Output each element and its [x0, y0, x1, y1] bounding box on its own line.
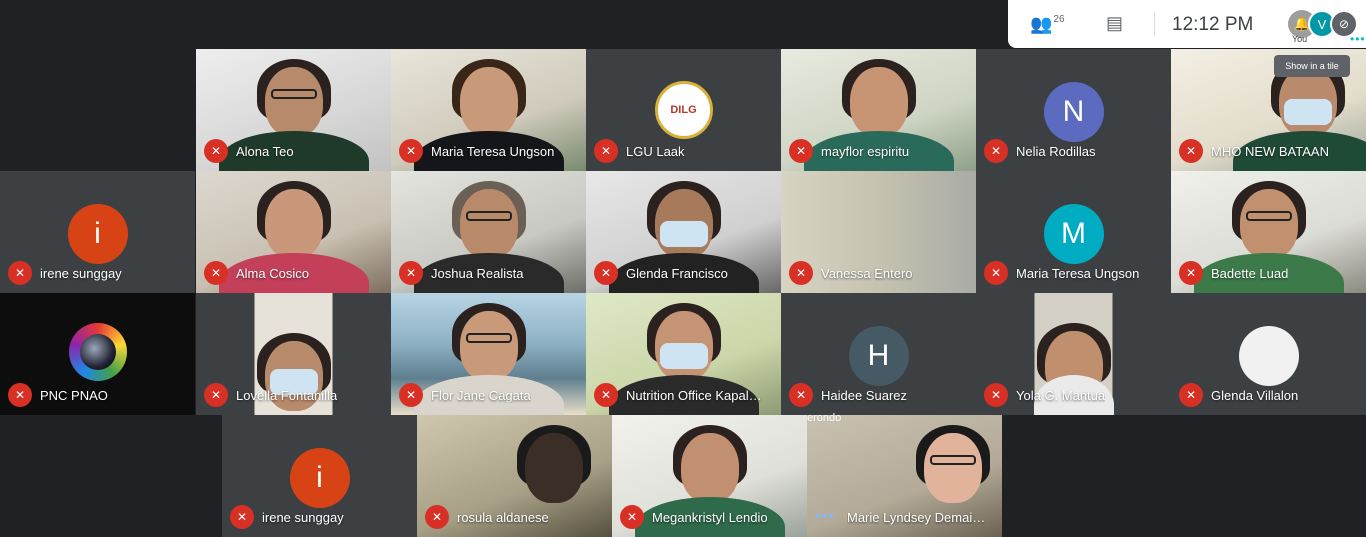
mic-off-icon: ✕ — [425, 505, 449, 529]
mic-off-icon: ✕ — [789, 139, 813, 163]
participant-tile[interactable]: ✕ Vanessa Entero — [781, 171, 976, 293]
participant-tile[interactable]: ✕ Badette Luad — [1171, 171, 1366, 293]
mic-off-icon: ✕ — [620, 505, 644, 529]
participant-name: mayflor espiritu — [821, 143, 910, 159]
speaking-indicator-icon: ••• — [815, 508, 835, 525]
participant-name: Alona Teo — [236, 143, 294, 159]
mic-off-icon: ✕ — [1179, 261, 1203, 285]
participant-tile[interactable]: ✕ Maria Teresa Ungson — [391, 49, 586, 171]
avatar: i — [289, 448, 350, 508]
participant-name: irene sunggay — [40, 265, 122, 281]
participant-count: 26 — [1053, 14, 1065, 25]
participant-name: MHO NEW BATAAN — [1211, 143, 1329, 159]
mic-off-icon: ✕ — [984, 139, 1008, 163]
participant-tile[interactable]: i ✕ irene sunggay — [222, 415, 417, 537]
participant-tile[interactable]: ✕ Yola G. Mantua — [976, 293, 1171, 415]
avatar: M — [1043, 204, 1104, 264]
participant-tile[interactable]: ✕ PNC PNAO — [0, 293, 195, 415]
mic-off-icon: ✕ — [204, 383, 228, 407]
participant-name: PNC PNAO — [40, 387, 108, 403]
people-icon: 👥 — [1030, 14, 1053, 34]
chat-icon: ▤ — [1106, 13, 1124, 33]
participant-name: irene sunggay — [262, 509, 344, 525]
participant-tile[interactable]: ✕ Glenda Villalon — [1171, 293, 1366, 415]
participant-tile[interactable]: N ✕ Nelia Rodillas — [976, 49, 1171, 171]
camera-app-logo-icon — [68, 323, 127, 381]
overflow-name-label: erondo — [807, 412, 842, 424]
participant-name: Flor Jane Cagata — [431, 387, 531, 403]
participant-tile[interactable]: DILG ✕ LGU Laak — [586, 49, 781, 171]
dilg-logo: DILG — [654, 81, 713, 139]
participant-name: Badette Luad — [1211, 265, 1289, 281]
participants-button[interactable]: 👥 26 — [1030, 14, 1070, 36]
participant-tile[interactable]: ✕ Alma Cosico — [196, 171, 391, 293]
participant-tile[interactable]: i ✕ irene sunggay — [0, 171, 195, 293]
participant-tile[interactable]: ••• Marie Lyndsey Demai… — [807, 415, 1002, 537]
mic-off-icon: ✕ — [594, 383, 618, 407]
participant-tile[interactable]: ✕ Glenda Francisco — [586, 171, 781, 293]
participant-name: Haidee Suarez — [821, 387, 907, 403]
participant-name: Nelia Rodillas — [1016, 143, 1096, 159]
participant-tile[interactable]: ✕ Joshua Realista — [391, 171, 586, 293]
participant-tile[interactable]: H ✕ Haidee Suarez — [781, 293, 976, 415]
mic-off-icon: ✕ — [984, 261, 1008, 285]
avatar: i — [67, 204, 128, 264]
participant-name: Megankristyl Lendio — [652, 509, 768, 525]
participant-name: Lovella Fontanilla — [236, 387, 338, 403]
participant-tile[interactable]: ✕ Megankristyl Lendio — [612, 415, 807, 537]
mic-off-icon: ✕ — [789, 383, 813, 407]
mic-off-icon: ✕ — [399, 139, 423, 163]
participant-name: Yola G. Mantua — [1016, 387, 1106, 403]
mic-off-icon: ✕ — [8, 261, 32, 285]
participant-tile[interactable]: ✕ Lovella Fontanilla — [196, 293, 391, 415]
mic-off-icon: ✕ — [984, 383, 1008, 407]
participant-name: Alma Cosico — [236, 265, 309, 281]
participant-name: Glenda Villalon — [1211, 387, 1299, 403]
mic-off-icon: ✕ — [1179, 139, 1203, 163]
participant-tile[interactable]: ✕ Alona Teo — [196, 49, 391, 171]
tooltip: Show in a tile — [1274, 55, 1350, 77]
mic-off-icon: ✕ — [594, 261, 618, 285]
mic-off-icon: ✕ — [594, 139, 618, 163]
participant-name: LGU Laak — [626, 143, 685, 159]
more-options-icon[interactable]: ••• — [1350, 32, 1366, 46]
mic-off-icon: ✕ — [399, 383, 423, 407]
self-label: You — [1292, 34, 1308, 44]
participant-name: Glenda Francisco — [626, 265, 728, 281]
participant-name: rosula aldanese — [457, 509, 549, 525]
mic-off-icon: ✕ — [789, 261, 813, 285]
mic-off-icon: ✕ — [230, 505, 254, 529]
self-view-avatars[interactable]: 🔔 V ⊘ You ••• — [1288, 10, 1366, 46]
avatar: H — [848, 326, 909, 386]
meeting-clock: 12:12 PM — [1172, 14, 1254, 35]
participant-tile[interactable]: ✕ Flor Jane Cagata — [391, 293, 586, 415]
mic-off-icon: ✕ — [204, 261, 228, 285]
chat-button[interactable]: ▤ — [1106, 13, 1123, 34]
divider — [1154, 12, 1155, 36]
mic-off-icon: ✕ — [8, 383, 32, 407]
avatar — [1238, 326, 1299, 386]
participant-name: Maria Teresa Ungson — [431, 143, 555, 159]
participant-name: Nutrition Office Kapal… — [626, 387, 762, 403]
mic-off-icon: ✕ — [399, 261, 423, 285]
mic-off-icon: ✕ — [204, 139, 228, 163]
participant-name: Vanessa Entero — [821, 265, 913, 281]
avatar: N — [1043, 82, 1104, 142]
participant-grid: ✕ Alona Teo ✕ Maria Teresa Ungson DILG ✕ LG… — [0, 0, 1366, 537]
participant-tile[interactable]: ✕ mayflor espiritu — [781, 49, 976, 171]
participant-tile[interactable]: M ✕ Maria Teresa Ungson — [976, 171, 1171, 293]
participant-tile[interactable]: ✕ rosula aldanese — [417, 415, 612, 537]
meeting-topbar: 👥 26 ▤ 12:12 PM 🔔 V ⊘ You ••• — [1008, 0, 1366, 48]
participant-tile[interactable]: ✕ Nutrition Office Kapal… — [586, 293, 781, 415]
participant-name: Maria Teresa Ungson — [1016, 265, 1140, 281]
participant-name: Marie Lyndsey Demai… — [847, 509, 986, 525]
mic-off-icon: ✕ — [1179, 383, 1203, 407]
participant-name: Joshua Realista — [431, 265, 524, 281]
